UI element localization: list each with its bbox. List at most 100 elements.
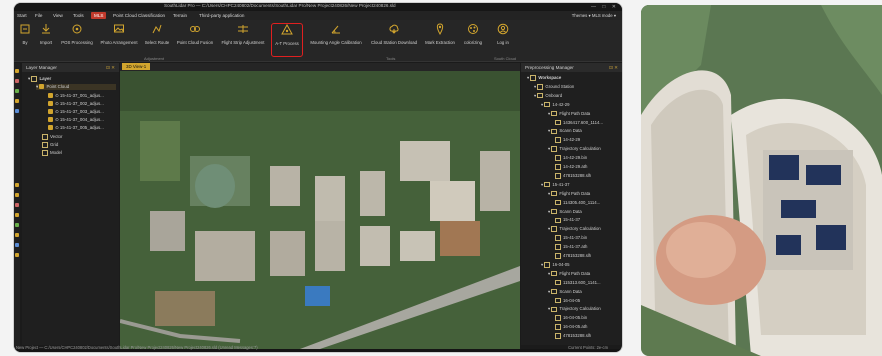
checkbox-icon[interactable] [48, 101, 53, 107]
preprocessing-tree-item[interactable]: 16-04-05.bin [555, 315, 587, 321]
preprocessing-tree-item[interactable]: 115313.600_1141... [555, 280, 601, 286]
menu-point-cloud-classification[interactable]: Point Cloud Classification [110, 12, 168, 19]
checkbox-icon[interactable] [48, 125, 53, 131]
layer-vector[interactable]: Vector [42, 134, 62, 140]
login-button[interactable]: Log in [492, 23, 514, 55]
preprocessing-tree-item[interactable]: ▾ 15-41-37 [541, 182, 570, 188]
mounting-angle-calibration-button[interactable]: Mounting Angle Calibration [306, 23, 366, 55]
import-button[interactable]: Import [34, 23, 58, 55]
preprocessing-tree-item[interactable]: 14-42-29.ath [555, 164, 587, 170]
layer-point-cloud[interactable]: ▾ Point Cloud [36, 84, 116, 90]
select-route-button[interactable]: Select Route [142, 23, 172, 55]
cloud-station-download-button[interactable]: Cloud Station Download [368, 23, 420, 55]
preprocessing-tree-item[interactable]: 114305.400_1114... [555, 200, 600, 206]
minimize-button[interactable]: — [591, 4, 596, 10]
mark-extraction-button[interactable]: Mark Extraction [422, 23, 458, 55]
preprocessing-tree-label: Scann Data [559, 208, 582, 214]
layer-file-item[interactable]: ⊙ 15-41-37_005_adjus... [48, 125, 104, 131]
strip-tool-icon[interactable] [15, 69, 19, 73]
preprocessing-tree-item[interactable]: ▾ Scann Data [548, 289, 582, 295]
layer-file-item[interactable]: ⊙ 15-41-37_001_adjus... [48, 93, 104, 99]
preprocessing-tree-item[interactable]: 16-04-05 [555, 298, 580, 304]
layer-file-item[interactable]: ⊙ 15-41-37_003_adjus... [48, 109, 104, 115]
strip-tool-icon[interactable] [15, 213, 19, 217]
colorizing-button[interactable]: colorizing [460, 23, 486, 55]
preprocessing-tree-item[interactable]: 14-42-29.bin [555, 155, 587, 161]
file-icon [555, 333, 561, 339]
preprocessing-tree-item[interactable]: ▾ Ground Station [534, 84, 574, 90]
preprocessing-tree-item[interactable]: ▾ Onboard [534, 93, 562, 99]
layer-model[interactable]: Model [42, 150, 62, 156]
preprocessing-tree-item[interactable]: 14-42-29 [555, 137, 580, 143]
strip-tool-icon[interactable] [15, 89, 19, 93]
checkbox-icon[interactable] [39, 84, 45, 90]
by-button[interactable]: By [17, 23, 33, 55]
panel-close-icon[interactable]: ⊡ ✕ [106, 63, 115, 72]
file-icon [555, 315, 561, 321]
strip-tool-icon[interactable] [15, 253, 19, 257]
menu-tools[interactable]: Tools [70, 12, 87, 19]
preprocessing-tree-item[interactable]: ▾ 14-42-29 [541, 102, 570, 108]
preprocessing-tree-item[interactable]: ▾ Trajectory Calculation [548, 226, 601, 232]
menu-third-party[interactable]: Third-party application [196, 12, 247, 19]
strip-tool-icon[interactable] [15, 79, 19, 83]
preprocessing-tree-item[interactable]: 15-41-37 [555, 217, 580, 223]
preprocessing-tree-item[interactable]: 15-41-37.bin [555, 235, 587, 241]
photo-arrangement-button[interactable]: Photo Arrangement [98, 23, 140, 55]
strip-tool-icon[interactable] [15, 109, 19, 113]
strip-tool-icon[interactable] [15, 233, 19, 237]
layer-grid[interactable]: Grid [42, 142, 58, 148]
strip-tool-icon[interactable] [15, 203, 19, 207]
preprocessing-tree-item[interactable]: ▾ Scann Data [548, 209, 582, 215]
menu-mls[interactable]: MLS [91, 12, 107, 19]
menu-file[interactable]: File [32, 12, 45, 19]
map-viewport[interactable] [120, 71, 520, 349]
group-south-cloud: South Cloud [494, 56, 517, 61]
layer-file-item[interactable]: ⊙ 15-41-37_002_adjus... [48, 101, 104, 107]
preprocessing-tree-item[interactable]: ▾ Workspace [527, 75, 561, 81]
preprocessing-tree-item[interactable]: 478153288.slh [555, 173, 591, 179]
folder-icon [551, 190, 558, 197]
checkbox-icon[interactable] [48, 93, 53, 99]
preprocessing-tree-item[interactable]: 478153288.slh [555, 253, 591, 259]
close-button[interactable]: ✕ [612, 4, 616, 10]
preprocessing-tree-label: Flight Path Data [559, 270, 591, 276]
strip-tool-icon[interactable] [15, 193, 19, 197]
preprocessing-tree-item[interactable]: 478153288.slh [555, 333, 591, 339]
menu-terrain[interactable]: Terrain [170, 12, 190, 19]
menu-view[interactable]: View [50, 12, 66, 19]
preprocessing-tree-item[interactable]: ▾ Flight Path Data [548, 191, 590, 197]
preprocessing-tree-item[interactable]: ▾ Flight Path Data [548, 111, 590, 117]
preprocessing-tree-item[interactable]: 15-41-37.ath [555, 244, 587, 250]
checkbox-icon[interactable] [48, 117, 53, 123]
preprocessing-tree-item[interactable]: ▾ 16-04-05 [541, 262, 570, 268]
strip-tool-icon[interactable] [15, 243, 19, 247]
preprocessing-tree-item[interactable]: ▾ Trajectory Calculation [548, 146, 601, 152]
strip-tool-icon[interactable] [15, 99, 19, 103]
at-process-button[interactable]: A-T Process [271, 23, 303, 57]
strip-tool-icon[interactable] [15, 223, 19, 227]
pos-processing-button[interactable]: POS Processing [58, 23, 96, 55]
menu-mode-selectors[interactable]: Themes ▾ MLS mode ▾ [572, 13, 616, 19]
preprocessing-tree-item[interactable]: 1436417.600_1114... [555, 120, 603, 126]
preprocessing-manager-header: Preprocessing Manager ⊡ ✕ [521, 63, 622, 72]
layer-root[interactable]: ▾ Layer [28, 76, 51, 82]
checkbox-icon[interactable] [48, 109, 53, 115]
panel-close-icon[interactable]: ⊡ ✕ [609, 63, 618, 72]
preprocessing-tree-item[interactable]: ▾ Flight Path Data [548, 271, 590, 277]
flight-strip-adjustment-button[interactable]: Flight Strip Adjustment [218, 23, 268, 55]
folder-icon [42, 142, 48, 148]
window-controls: — □ ✕ [586, 4, 616, 10]
layer-file-item[interactable]: ⊙ 15-41-37_004_adjus... [48, 117, 104, 123]
mounting-angle-icon [331, 25, 340, 34]
point-cloud-fusion-button[interactable]: Point Cloud Fusion [174, 23, 216, 55]
strip-tool-icon[interactable] [15, 183, 19, 187]
view-tab-3d[interactable]: 3D View-1 [122, 63, 151, 70]
preprocessing-tree-item[interactable]: 16-04-05.ath [555, 324, 587, 330]
login-label: Log in [497, 40, 509, 45]
layer-manager-header: Layer Manager ⊡ ✕ [22, 63, 119, 72]
menu-start[interactable]: Start [14, 12, 30, 19]
preprocessing-tree-item[interactable]: ▾ Trajectory Calculation [548, 306, 601, 312]
preprocessing-tree-item[interactable]: ▾ Scann Data [548, 128, 582, 134]
maximize-button[interactable]: □ [602, 4, 605, 10]
